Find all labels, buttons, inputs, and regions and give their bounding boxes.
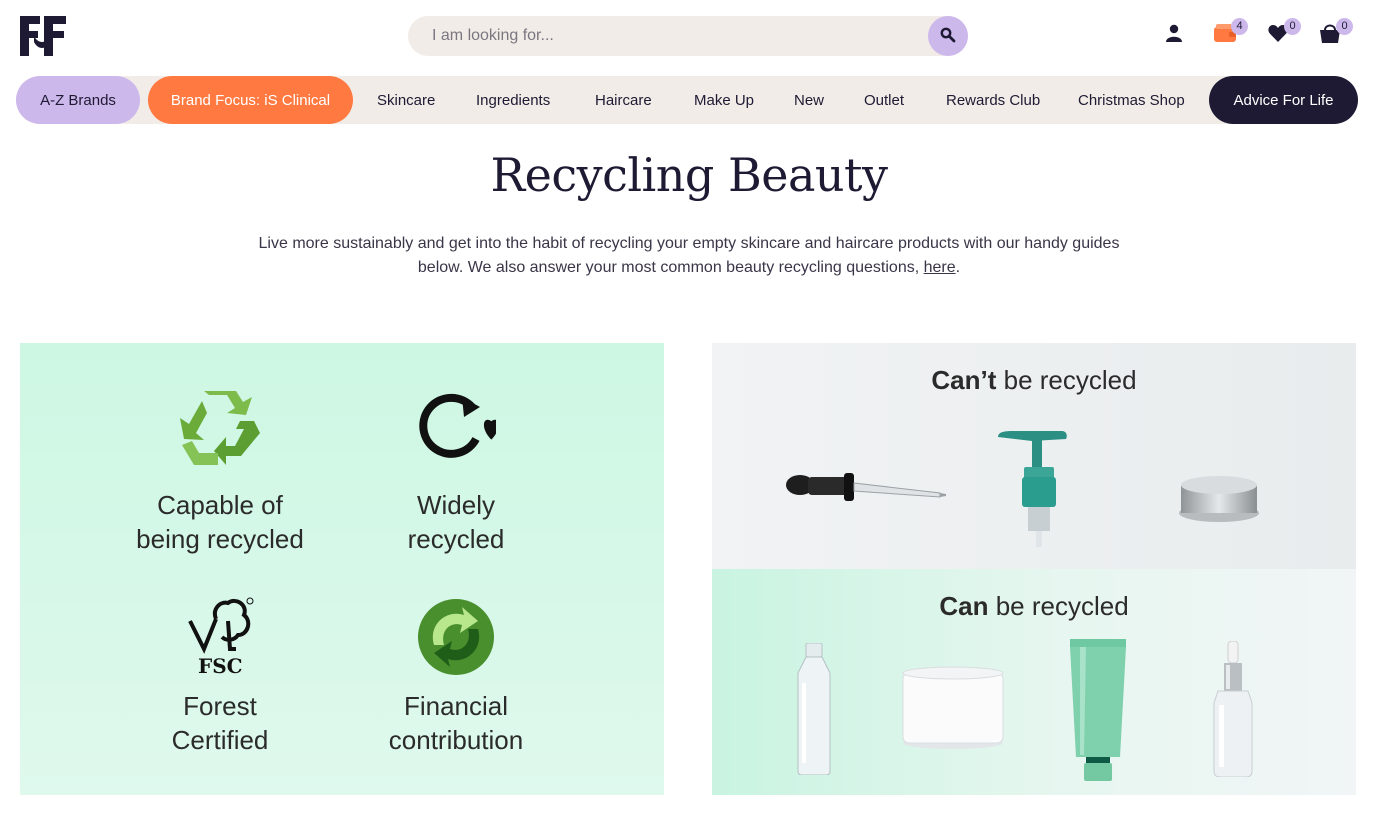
symbol-label-capable: Capable of being recycled — [100, 488, 340, 556]
nav-az-brands[interactable]: A-Z Brands — [16, 76, 140, 124]
label-line: Capable of — [157, 490, 283, 520]
faq-link[interactable]: here — [924, 259, 956, 276]
nav-new[interactable]: New — [794, 76, 824, 124]
label-line: being recycled — [136, 524, 304, 554]
nav-christmas-shop[interactable]: Christmas Shop — [1078, 76, 1185, 124]
label-line: recycled — [407, 524, 505, 554]
symbol-label-forest: Forest Certified — [100, 689, 340, 757]
account-icon — [1165, 24, 1183, 47]
nav-advice-for-life[interactable]: Advice For Life — [1209, 76, 1358, 124]
clear-bottle-image — [794, 642, 834, 780]
green-tube-image — [1070, 639, 1126, 786]
nav-make-up[interactable]: Make Up — [694, 76, 754, 124]
intro-paragraph: Live more sustainably and get into the h… — [240, 232, 1138, 280]
green-dot-icon — [416, 597, 496, 682]
widely-recycled-icon — [416, 393, 499, 466]
fsc-logo-text: FSC — [198, 654, 243, 677]
nav-label: Brand Focus: iS Clinical — [170, 91, 331, 109]
search-bar — [408, 16, 968, 56]
can-heading-rest: be recycled — [988, 591, 1129, 621]
site-logo[interactable] — [20, 16, 66, 56]
cant-heading-rest: be recycled — [996, 365, 1137, 395]
symbol-label-financial: Financial contribution — [336, 689, 576, 757]
intro-text: Live more sustainably and get into the h… — [258, 235, 1120, 276]
label-line: contribution — [388, 725, 524, 755]
symbol-label-widely: Widely recycled — [336, 488, 576, 556]
nav-brand-focus[interactable]: Brand Focus: iS Clinical — [148, 76, 353, 124]
search-icon — [940, 27, 956, 46]
nav-haircare[interactable]: Haircare — [595, 76, 652, 124]
label-line: Certified — [171, 725, 269, 755]
pump-image — [992, 431, 1072, 556]
cant-be-recycled-panel: Can’t be recycled — [712, 343, 1356, 569]
nav-ingredients[interactable]: Ingredients — [476, 76, 550, 124]
fsc-icon: FSC — [186, 597, 256, 682]
search-input[interactable] — [408, 16, 928, 56]
intro-end: . — [955, 259, 961, 276]
recycling-symbols-guide: Capable of being recycled Widely recycle… — [20, 343, 664, 795]
label-line: Widely — [416, 490, 495, 520]
basket-button[interactable]: 0 — [1319, 18, 1353, 46]
can-heading: Can be recycled — [712, 591, 1356, 622]
nav-label: Advice For Life — [1233, 91, 1334, 109]
wishlist-button[interactable]: 0 — [1267, 18, 1301, 46]
search-button[interactable] — [928, 16, 968, 56]
basket-badge: 0 — [1336, 18, 1353, 35]
dropper-image — [784, 463, 948, 518]
metal-cap-image — [1178, 471, 1260, 528]
label-line: Financial — [403, 691, 509, 721]
rewards-wallet-button[interactable]: 4 — [1214, 18, 1248, 46]
label-line: Forest — [183, 691, 257, 721]
wishlist-badge: 0 — [1284, 18, 1301, 35]
cant-heading: Can’t be recycled — [712, 365, 1356, 396]
nav-rewards-club[interactable]: Rewards Club — [946, 76, 1040, 124]
wallet-badge: 4 — [1231, 18, 1248, 35]
main-navigation: A-Z Brands Brand Focus: iS Clinical Skin… — [16, 76, 1358, 124]
nav-skincare[interactable]: Skincare — [377, 76, 435, 124]
white-jar-image — [900, 665, 1006, 756]
can-heading-bold: Can — [939, 591, 989, 621]
can-be-recycled-panel: Can be recycled — [712, 569, 1356, 795]
nav-label: A-Z Brands — [40, 91, 116, 109]
cant-heading-bold: Can’t — [931, 365, 997, 395]
page-title: Recycling Beauty — [490, 148, 888, 202]
serum-bottle-image — [1210, 640, 1256, 782]
account-button[interactable] — [1163, 24, 1185, 46]
recycle-icon — [180, 391, 260, 472]
nav-outlet[interactable]: Outlet — [864, 76, 904, 124]
